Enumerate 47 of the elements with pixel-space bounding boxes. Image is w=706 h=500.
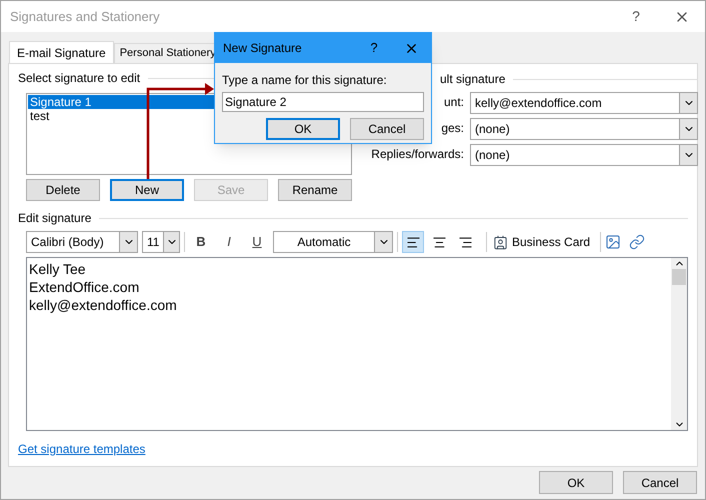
dialog-title: New Signature xyxy=(223,40,303,57)
align-right-icon xyxy=(458,234,472,250)
dialog-prompt: Type a name for this signature: xyxy=(222,72,388,89)
color-dropdown[interactable]: Automatic xyxy=(273,231,393,253)
field-label: unt: xyxy=(444,94,464,111)
help-button[interactable]: ? xyxy=(357,38,391,58)
business-card-button[interactable]: Business Card xyxy=(491,233,592,251)
align-center-icon xyxy=(432,234,446,250)
style-button[interactable]: I xyxy=(217,232,241,252)
font-dropdown[interactable]: Calibri (Body) xyxy=(26,231,138,253)
section-heading: Edit signature xyxy=(18,210,92,227)
signature-button[interactable]: Delete xyxy=(26,179,100,201)
signature-editor[interactable]: Kelly Tee ExtendOffice.com kelly@extendoffice.com xyxy=(26,257,688,431)
scrollbar[interactable] xyxy=(671,258,687,430)
style-button[interactable]: B xyxy=(189,232,213,252)
dropdown-icon xyxy=(163,232,179,252)
footer-button[interactable]: Cancel xyxy=(623,471,697,494)
tab[interactable]: E-mail Signature xyxy=(9,41,114,63)
templates-link[interactable]: Get signature templates xyxy=(18,440,146,458)
dropdown-field[interactable]: kelly@extendoffice.com xyxy=(470,92,698,114)
scroll-thumb[interactable] xyxy=(672,269,686,285)
signature-button[interactable]: New xyxy=(110,179,184,201)
field-label: Replies/forwards: xyxy=(371,146,464,163)
align-left-icon xyxy=(406,234,420,250)
contact-card-icon xyxy=(493,234,508,250)
signature-text: ExtendOffice.com xyxy=(29,278,140,296)
footer-button[interactable]: OK xyxy=(539,471,613,494)
align-button[interactable] xyxy=(402,231,424,253)
field-label: ges: xyxy=(441,120,464,137)
style-button[interactable]: U xyxy=(245,232,269,252)
section-heading: ult signature xyxy=(440,71,506,88)
dropdown-field[interactable]: (none) xyxy=(470,118,698,140)
dialog-button[interactable]: OK xyxy=(266,118,340,140)
hyperlink-icon[interactable] xyxy=(629,234,646,250)
size-dropdown[interactable]: 11 xyxy=(142,231,180,253)
dropdown-field[interactable]: (none) xyxy=(470,144,698,166)
dialog-button[interactable]: Cancel xyxy=(350,118,424,140)
picture-icon[interactable] xyxy=(605,234,622,250)
help-button[interactable]: ? xyxy=(613,6,659,27)
signature-button[interactable]: Rename xyxy=(278,179,352,201)
window-title: Signatures and Stationery xyxy=(10,8,161,26)
signature-text: kelly@extendoffice.com xyxy=(29,296,178,314)
name-field[interactable]: Signature 2 xyxy=(222,92,424,112)
section-heading: Select signature to edit xyxy=(18,70,140,87)
dropdown-icon xyxy=(374,232,392,252)
dropdown-icon xyxy=(119,232,137,252)
signature-text: Kelly Tee xyxy=(29,260,87,278)
